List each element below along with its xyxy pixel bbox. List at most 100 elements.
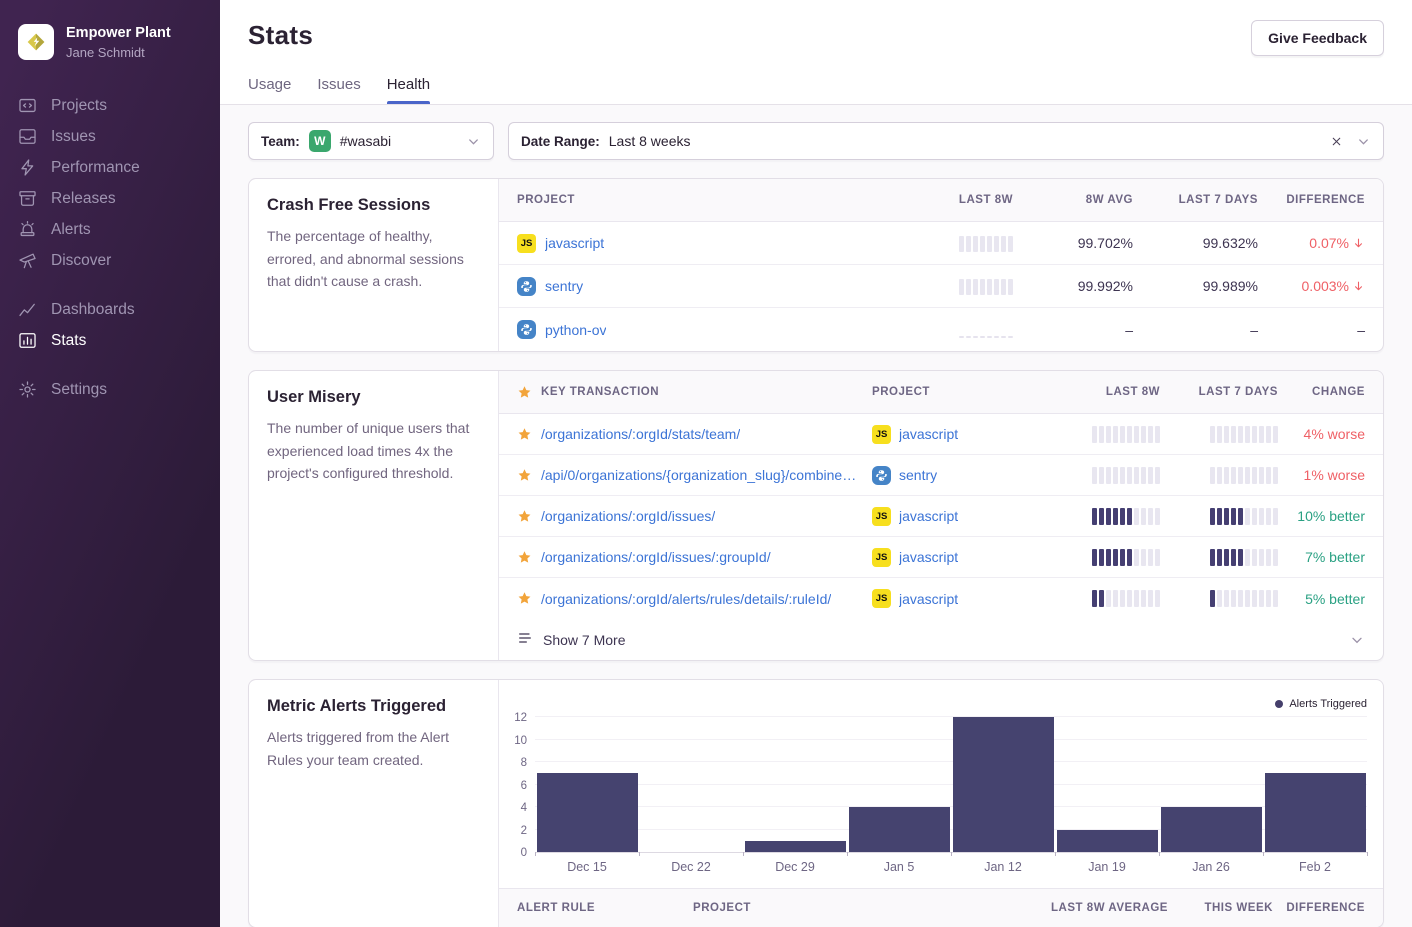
column-last-8w: LAST 8W xyxy=(1106,386,1160,398)
avg-8w-value: 99.992% xyxy=(1078,278,1133,294)
transaction-link[interactable]: /organizations/:orgId/issues/ xyxy=(541,508,715,524)
dashboards-icon xyxy=(18,300,37,319)
show-more-button[interactable]: Show 7 More xyxy=(499,619,1383,660)
project-link[interactable]: javascript xyxy=(899,591,958,607)
star-icon[interactable] xyxy=(517,550,532,565)
transaction-link[interactable]: /api/0/organizations/{organization_slug}… xyxy=(541,467,856,483)
sidebar-item-label: Releases xyxy=(51,190,116,208)
releases-icon xyxy=(18,189,37,208)
javascript-icon: JS xyxy=(517,234,536,253)
project-link[interactable]: javascript xyxy=(545,235,604,251)
python-icon xyxy=(517,277,536,296)
y-tick-label: 0 xyxy=(521,847,527,859)
table-row: /organizations/:orgId/issues/JSjavascrip… xyxy=(499,496,1383,537)
project-link[interactable]: python-ov xyxy=(545,322,606,338)
performance-icon xyxy=(18,158,37,177)
sidebar-item-label: Issues xyxy=(51,128,96,146)
star-icon[interactable] xyxy=(517,427,532,442)
sidebar-item-releases[interactable]: Releases xyxy=(0,183,220,214)
tab-usage[interactable]: Usage xyxy=(248,76,291,104)
org-logo-icon xyxy=(18,24,54,60)
projects-icon xyxy=(18,96,37,115)
last-7d-value: 99.632% xyxy=(1203,235,1258,251)
sidebar-item-stats[interactable]: Stats xyxy=(0,325,220,356)
table-row: /organizations/:orgId/alerts/rules/detai… xyxy=(499,578,1383,619)
tab-health[interactable]: Health xyxy=(387,76,430,104)
sidebar: Empower Plant Jane Schmidt Projects Issue… xyxy=(0,0,220,927)
table-header: KEY TRANSACTION PROJECT LAST 8W LAST 7 D… xyxy=(499,371,1383,414)
date-range-select[interactable]: Date Range: Last 8 weeks xyxy=(508,122,1384,160)
arrow-down-icon xyxy=(1352,280,1365,293)
column-alert-rule: ALERT RULE xyxy=(499,902,693,914)
chart-legend[interactable]: Alerts Triggered xyxy=(1275,698,1367,710)
project-link[interactable]: javascript xyxy=(899,549,958,565)
star-icon[interactable] xyxy=(517,591,532,606)
chart-bar xyxy=(1057,830,1158,853)
org-switcher[interactable]: Empower Plant Jane Schmidt xyxy=(0,14,220,66)
difference-value: 0.003% xyxy=(1302,278,1349,294)
score-bar xyxy=(1210,426,1278,443)
change-value: 5% better xyxy=(1305,591,1365,607)
metric-alerts-panel: Metric Alerts Triggered Alerts triggered… xyxy=(248,679,1384,927)
project-link[interactable]: javascript xyxy=(899,508,958,524)
chart-bar xyxy=(1161,807,1262,852)
sidebar-item-label: Stats xyxy=(51,332,86,350)
page-title: Stats xyxy=(248,20,313,51)
y-tick-label: 2 xyxy=(521,825,527,837)
sidebar-item-label: Discover xyxy=(51,252,111,270)
page-header: Stats Give Feedback Usage Issues Health xyxy=(220,0,1412,105)
sidebar-item-discover[interactable]: Discover xyxy=(0,245,220,276)
x-tick-label: Dec 22 xyxy=(639,860,743,874)
y-tick-label: 12 xyxy=(514,712,527,724)
chart-bar xyxy=(745,841,846,852)
star-icon[interactable] xyxy=(517,509,532,524)
star-icon[interactable] xyxy=(517,468,532,483)
clear-icon[interactable] xyxy=(1330,135,1343,148)
chart-bar xyxy=(1265,773,1366,852)
panel-title: Metric Alerts Triggered xyxy=(267,697,480,716)
filter-bar: Team: W #wasabi Date Range: Last 8 weeks xyxy=(248,122,1384,160)
transaction-link[interactable]: /organizations/:orgId/alerts/rules/detai… xyxy=(541,591,831,607)
score-bar xyxy=(1092,549,1160,566)
chart-bar xyxy=(537,773,638,852)
discover-icon xyxy=(18,251,37,270)
team-select[interactable]: Team: W #wasabi xyxy=(248,122,494,160)
give-feedback-button[interactable]: Give Feedback xyxy=(1251,20,1384,56)
project-link[interactable]: sentry xyxy=(899,467,937,483)
column-project: PROJECT xyxy=(693,902,993,914)
sidebar-item-performance[interactable]: Performance xyxy=(0,152,220,183)
sidebar-item-dashboards[interactable]: Dashboards xyxy=(0,294,220,325)
column-key-transaction: KEY TRANSACTION xyxy=(541,386,659,398)
list-icon xyxy=(517,630,533,649)
project-link[interactable]: sentry xyxy=(545,278,583,294)
column-last-8w: LAST 8W xyxy=(959,194,1013,206)
chart-bar xyxy=(849,807,950,852)
star-icon xyxy=(517,385,532,400)
change-value: 7% better xyxy=(1305,549,1365,565)
difference-value: 0.07% xyxy=(1309,235,1349,251)
stats-icon xyxy=(18,331,37,350)
column-8w-avg: 8W AVG xyxy=(1086,194,1133,206)
panel-description: Alerts triggered from the Alert Rules yo… xyxy=(267,726,480,771)
date-range-value: Last 8 weeks xyxy=(609,133,691,149)
project-link[interactable]: javascript xyxy=(899,426,958,442)
tab-issues[interactable]: Issues xyxy=(317,76,360,104)
user-name: Jane Schmidt xyxy=(66,45,171,60)
sidebar-item-settings[interactable]: Settings xyxy=(0,374,220,405)
sidebar-item-alerts[interactable]: Alerts xyxy=(0,214,220,245)
transaction-link[interactable]: /organizations/:orgId/issues/:groupId/ xyxy=(541,549,771,565)
table-row: /api/0/organizations/{organization_slug}… xyxy=(499,455,1383,496)
column-this-week: THIS WEEK xyxy=(1168,902,1273,914)
sidebar-item-projects[interactable]: Projects xyxy=(0,90,220,121)
column-project: PROJECT xyxy=(517,194,575,206)
sidebar-item-label: Dashboards xyxy=(51,301,135,319)
avg-8w-value: 99.702% xyxy=(1078,235,1133,251)
chevron-down-icon xyxy=(466,134,481,149)
sparkline xyxy=(959,278,1013,295)
last-7d-value: – xyxy=(1250,322,1258,338)
sidebar-item-issues[interactable]: Issues xyxy=(0,121,220,152)
y-tick-label: 6 xyxy=(521,780,527,792)
score-bar xyxy=(1092,590,1160,607)
transaction-link[interactable]: /organizations/:orgId/stats/team/ xyxy=(541,426,740,442)
x-tick-label: Jan 5 xyxy=(847,860,951,874)
